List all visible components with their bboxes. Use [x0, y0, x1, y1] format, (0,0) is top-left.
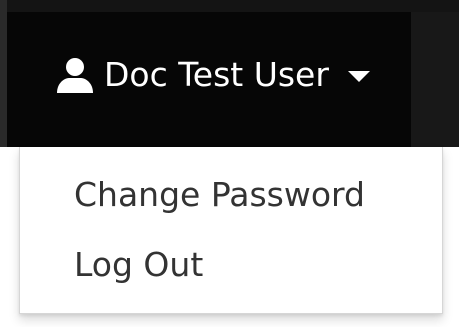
navbar-edge	[0, 0, 7, 147]
caret-down-icon[interactable]	[348, 71, 370, 82]
menu-item-change-password[interactable]: Change Password	[74, 173, 365, 217]
menu-item-log-out[interactable]: Log Out	[74, 243, 203, 287]
screen: Doc Test User Change Password Log Out	[0, 0, 459, 327]
navbar-right-area	[411, 12, 459, 147]
user-menu-label[interactable]: Doc Test User	[104, 53, 329, 97]
top-navbar: Doc Test User	[0, 0, 459, 147]
user-icon	[57, 58, 93, 93]
user-dropdown-menu: Change Password Log Out	[19, 147, 443, 314]
